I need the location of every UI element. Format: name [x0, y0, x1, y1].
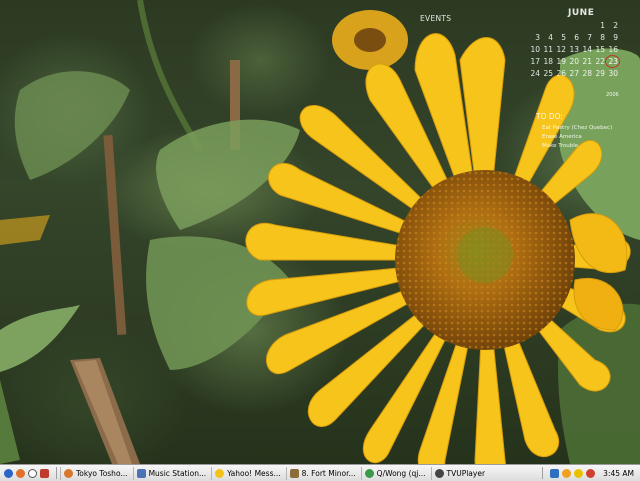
calendar-day: 20	[569, 57, 579, 66]
music-icon	[289, 468, 299, 478]
task-label: Music Station...	[148, 468, 207, 478]
calendar-day: 27	[569, 69, 579, 78]
taskbar-clock[interactable]: 3:45 AM	[599, 469, 640, 478]
calendar-day: 29	[595, 69, 605, 78]
calendar-day: 4	[548, 33, 553, 42]
calendar-day: 5	[561, 33, 566, 42]
task-tokyo-tosho[interactable]: Tokyo Tosho...	[60, 466, 131, 480]
smiley-icon	[215, 468, 225, 478]
media-icon[interactable]	[40, 468, 49, 478]
calendar-day: 15	[595, 45, 605, 54]
calendar-day: 13	[569, 45, 579, 54]
calendar-day: 28	[582, 69, 592, 78]
calendar-day: 6	[574, 33, 579, 42]
calendar-grid: 1 2 3 4 5 6 7 8 9 10 11 12 13 14 15 16 17 18 19 20 21 22 23 24 2…	[528, 20, 620, 79]
todo-item: Eat Pastry (Chez Quebec)	[542, 125, 613, 131]
calendar-day: 8	[600, 33, 605, 42]
calendar-day: 24	[530, 69, 540, 78]
volume-icon[interactable]	[574, 468, 584, 478]
taskbar-separator	[56, 467, 57, 479]
update-icon[interactable]	[586, 468, 596, 478]
calendar-day: 30	[608, 69, 618, 78]
calendar-day: 10	[530, 45, 540, 54]
task-music-station[interactable]: Music Station...	[132, 466, 210, 480]
messenger-icon[interactable]	[562, 468, 572, 478]
calendar-day: 12	[556, 45, 566, 54]
calendar-day: 18	[543, 57, 553, 66]
network-icon[interactable]	[550, 468, 560, 478]
task-label: 8. Fort Minor...	[301, 468, 356, 478]
calendar-day	[528, 20, 541, 31]
desktop-wallpaper: EVENTS JUNE 1 2 3 4 5 6 7 8 9 10 11 12 13 14 15 16 17 18 1…	[0, 0, 640, 464]
calendar-day: 26	[556, 69, 566, 78]
task-label: Yahoo! Mess...	[227, 468, 281, 478]
taskbar-separator	[542, 467, 544, 479]
calendar-day: 17	[530, 57, 540, 66]
calendar-day: 3	[535, 33, 540, 42]
calendar-day: 22	[595, 57, 605, 66]
calendar-day: 25	[543, 69, 553, 78]
calendar-day	[567, 20, 580, 31]
chat-icon[interactable]	[28, 468, 37, 478]
window-icon	[136, 468, 146, 478]
todo-item: Erase America	[542, 134, 582, 140]
calendar-day: 9	[613, 33, 618, 42]
task-label: TVUPlayer	[446, 468, 486, 478]
calendar-day: 19	[556, 57, 566, 66]
calendar-day	[580, 20, 593, 31]
task-qwong-chat[interactable]: Q/Wong (qj...	[360, 466, 429, 480]
chat-icon	[364, 468, 374, 478]
calendar-day: 16	[608, 45, 618, 54]
todo-list: Eat Pastry (Chez Quebec) Erase America M…	[542, 124, 612, 151]
calendar-month: JUNE	[568, 8, 595, 18]
calendar-year: 2006	[606, 92, 619, 98]
calendar-day: 11	[543, 45, 553, 54]
calendar-day: 1	[600, 21, 605, 30]
calendar-day	[541, 20, 554, 31]
calendar-day: 14	[582, 45, 592, 54]
tv-icon	[434, 468, 444, 478]
task-tvuplayer[interactable]: TVUPlayer	[430, 466, 489, 480]
events-title: EVENTS	[420, 14, 452, 23]
quick-launch	[0, 468, 53, 478]
firefox-icon[interactable]	[16, 468, 25, 478]
calendar-day: 7	[587, 33, 592, 42]
calendar-day: 21	[582, 57, 592, 66]
taskbar: Tokyo Tosho... Music Station... Yahoo! M…	[0, 464, 640, 481]
task-label: Q/Wong (qj...	[376, 468, 426, 478]
calendar-day: 23	[605, 55, 620, 68]
calendar-day	[554, 20, 567, 31]
system-tray	[546, 468, 599, 478]
todo-title: TO DO:	[536, 112, 563, 121]
events-calendar-widget: EVENTS JUNE 1 2 3 4 5 6 7 8 9 10 11 12 13 14 15 16 17 18 1…	[418, 6, 638, 156]
task-yahoo-messenger[interactable]: Yahoo! Mess...	[211, 466, 284, 480]
task-fort-minor[interactable]: 8. Fort Minor...	[285, 466, 359, 480]
calendar-day: 2	[613, 21, 618, 30]
firefox-icon	[64, 468, 73, 478]
finder-icon[interactable]	[4, 468, 13, 478]
todo-item: Make Trouble	[542, 143, 579, 149]
task-label: Tokyo Tosho...	[76, 468, 128, 478]
